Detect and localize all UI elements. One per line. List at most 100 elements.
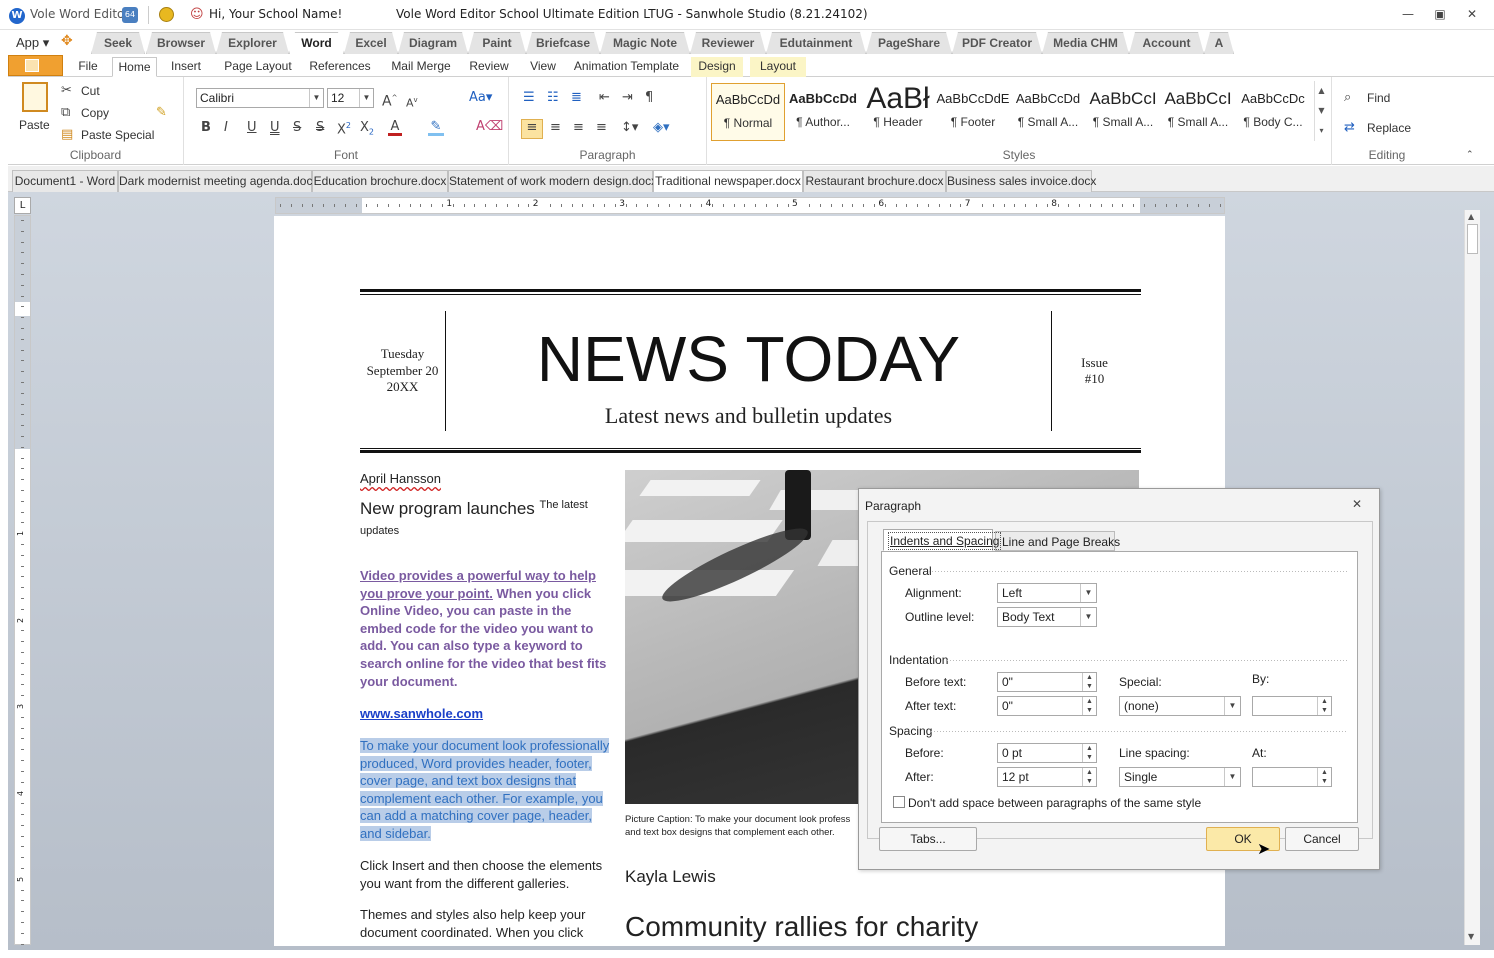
- style-item-4[interactable]: AaBbCcDd ¶ Small A...: [1011, 83, 1085, 141]
- paste-button[interactable]: Paste: [19, 118, 50, 132]
- alignment-select[interactable]: Left ▼: [997, 583, 1097, 603]
- collapse-ribbon-icon[interactable]: ⌃: [1466, 147, 1474, 163]
- underline-icon[interactable]: U: [247, 120, 257, 136]
- find-button[interactable]: Find: [1367, 91, 1390, 105]
- spacing-after-input[interactable]: 12 pt ▲ ▼: [997, 767, 1097, 787]
- timer-icon[interactable]: [159, 7, 174, 22]
- app-menu[interactable]: App ▾: [16, 35, 49, 51]
- picture-caption[interactable]: Picture Caption: To make your document l…: [625, 814, 850, 825]
- document-tab[interactable]: Traditional newspaper.docx: [653, 170, 803, 192]
- style-item-0[interactable]: AaBbCcDd ¶ Normal: [711, 83, 785, 141]
- style-item-6[interactable]: AaBbCcI ¶ Small A...: [1161, 83, 1235, 141]
- tab-indents-spacing[interactable]: Indents and Spacing: [883, 529, 1002, 551]
- double-strikethrough-icon[interactable]: S: [316, 120, 324, 136]
- before-text-input[interactable]: 0" ▲ ▼: [997, 672, 1097, 692]
- picture-caption-2[interactable]: and text box designs that complement eac…: [625, 827, 835, 838]
- document-tab[interactable]: Restaurant brochure.docx: [803, 170, 946, 192]
- highlight-icon[interactable]: ✎: [428, 119, 444, 136]
- themes-paragraph[interactable]: Themes and styles also help keep your do…: [360, 906, 612, 941]
- move-icon[interactable]: ✥: [61, 33, 77, 49]
- ribbon-tab-references[interactable]: References: [302, 57, 378, 77]
- author-name-2[interactable]: Kayla Lewis: [625, 867, 716, 887]
- show-marks-icon[interactable]: ¶: [645, 90, 653, 106]
- align-center-icon[interactable]: ≡: [550, 120, 561, 136]
- scroll-thumb[interactable]: [1467, 224, 1478, 254]
- ribbon-tab-file[interactable]: File: [68, 57, 108, 77]
- video-paragraph[interactable]: Video provides a powerful way to help yo…: [360, 567, 612, 690]
- issue-date[interactable]: Tuesday September 20 20XX: [360, 346, 445, 396]
- top-tab-media-chm[interactable]: Media CHM: [1042, 32, 1129, 54]
- ribbon-tab-home[interactable]: Home: [112, 57, 157, 77]
- align-right-icon[interactable]: ≡: [573, 120, 584, 136]
- vertical-ruler[interactable]: 1 2 3 4 5: [14, 215, 31, 945]
- double-underline-icon[interactable]: U: [270, 120, 280, 136]
- tab-selector[interactable]: L: [14, 197, 31, 214]
- justify-icon[interactable]: ≡: [596, 120, 607, 136]
- multilevel-list-icon[interactable]: ≣: [571, 90, 582, 106]
- paragraph-dialog[interactable]: Paragraph ✕ Indents and Spacing Line and…: [858, 488, 1380, 870]
- top-tab-diagram[interactable]: Diagram: [398, 32, 468, 54]
- font-name-select[interactable]: Calibri ▼: [196, 88, 324, 108]
- article-headline[interactable]: New program launches The latest: [360, 499, 588, 519]
- style-item-1[interactable]: AaBbCcDd ¶ Author...: [786, 83, 860, 141]
- strikethrough-icon[interactable]: S: [293, 120, 301, 136]
- line-spacing-icon[interactable]: ↕▾: [621, 120, 638, 136]
- shrink-font-icon[interactable]: Av: [406, 92, 418, 112]
- dont-add-space-checkbox[interactable]: [893, 796, 905, 808]
- replace-button[interactable]: Replace: [1367, 121, 1411, 135]
- clear-format-icon[interactable]: A⌫: [476, 119, 503, 135]
- increase-indent-icon[interactable]: ⇥: [622, 90, 633, 106]
- style-item-3[interactable]: AaBbCcDdE ¶ Footer: [936, 83, 1010, 141]
- greeting[interactable]: Hi, Your School Name!: [209, 7, 342, 21]
- font-color-icon[interactable]: A: [388, 119, 402, 136]
- top-tab-pageshare[interactable]: PageShare: [866, 32, 952, 54]
- document-tab[interactable]: Business sales invoice.docx: [946, 170, 1096, 192]
- maximize-icon[interactable]: ▣: [1432, 7, 1448, 21]
- line-spacing-select[interactable]: Single ▼: [1119, 767, 1241, 787]
- insert-paragraph[interactable]: Click Insert and then choose the element…: [360, 857, 612, 892]
- cut-button[interactable]: Cut: [81, 84, 100, 98]
- top-tab-edutainment[interactable]: Edutainment: [766, 32, 866, 54]
- issue-number[interactable]: Issue #10: [1052, 355, 1137, 387]
- bullets-icon[interactable]: ☰: [523, 90, 535, 106]
- grow-font-icon[interactable]: A^: [382, 90, 397, 110]
- top-tab-explorer[interactable]: Explorer: [216, 32, 289, 54]
- subscript-icon[interactable]: X2: [360, 120, 374, 141]
- scroll-up-icon[interactable]: ▲: [1468, 212, 1474, 221]
- top-tab-word[interactable]: Word: [289, 32, 344, 54]
- change-case-icon[interactable]: Aa▾: [469, 90, 492, 106]
- font-size-select[interactable]: 12 ▼: [327, 88, 374, 108]
- article-headline-2[interactable]: Community rallies for charity: [625, 911, 978, 943]
- top-tab-excel[interactable]: Excel: [344, 32, 398, 54]
- tab-line-page-breaks[interactable]: Line and Page Breaks: [995, 531, 1120, 551]
- top-tab-browser[interactable]: Browser: [146, 32, 216, 54]
- document-tab[interactable]: Document1 - Word: [12, 170, 118, 192]
- after-text-input[interactable]: 0" ▲ ▼: [997, 696, 1097, 716]
- top-tab-reviewer[interactable]: Reviewer: [690, 32, 766, 54]
- decrease-indent-icon[interactable]: ⇤: [599, 90, 610, 106]
- masthead-title[interactable]: NEWS TODAY: [446, 322, 1051, 396]
- superscript-icon[interactable]: X2: [337, 118, 351, 138]
- italic-icon[interactable]: I: [224, 120, 228, 136]
- top-tab-seek[interactable]: Seek: [91, 32, 145, 54]
- copy-button[interactable]: Copy: [81, 106, 109, 120]
- outline-level-select[interactable]: Body Text ▼: [997, 607, 1097, 627]
- masthead-subtitle[interactable]: Latest news and bulletin updates: [446, 403, 1051, 429]
- paste-special-button[interactable]: Paste Special: [81, 128, 154, 142]
- vertical-scrollbar[interactable]: ▲ ▼: [1464, 210, 1480, 945]
- ribbon-tab-page-layout[interactable]: Page Layout: [218, 57, 298, 77]
- style-item-2[interactable]: AaBł ¶ Header: [861, 83, 935, 141]
- top-tab-briefcase[interactable]: Briefcase: [526, 32, 600, 54]
- ribbon-tab-view[interactable]: View: [523, 57, 563, 77]
- cancel-button[interactable]: Cancel: [1285, 827, 1359, 851]
- paste-icon[interactable]: [22, 82, 48, 112]
- numbering-icon[interactable]: ☷: [547, 90, 559, 106]
- document-tab[interactable]: Education brochure.docx: [312, 170, 448, 192]
- ribbon-tab-layout[interactable]: Layout: [750, 57, 806, 77]
- bold-icon[interactable]: B: [201, 120, 211, 136]
- scroll-down-icon[interactable]: ▼: [1468, 932, 1474, 941]
- tabs-button[interactable]: Tabs...: [879, 827, 977, 851]
- top-tab-paint[interactable]: Paint: [468, 32, 526, 54]
- spacing-before-input[interactable]: 0 pt ▲ ▼: [997, 743, 1097, 763]
- special-select[interactable]: (none) ▼: [1119, 696, 1241, 716]
